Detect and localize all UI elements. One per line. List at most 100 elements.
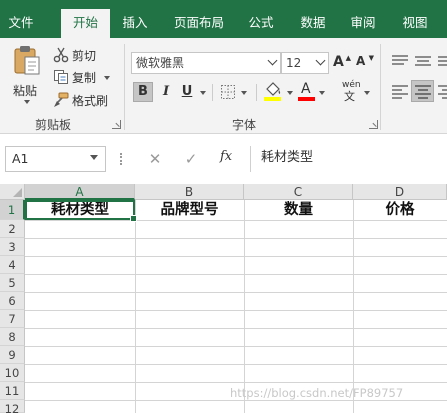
- font-name-value: 微软雅黑: [136, 56, 185, 70]
- insert-function-button[interactable]: fx: [220, 149, 232, 164]
- column-header-a[interactable]: A: [25, 184, 135, 200]
- tab-file[interactable]: 文件: [0, 9, 42, 38]
- align-middle-icon[interactable]: [414, 53, 432, 69]
- tab-home[interactable]: 开始: [61, 9, 110, 38]
- format-painter-button[interactable]: 格式刷: [53, 90, 108, 110]
- menu-bar: 文件 开始 插入 页面布局 公式 数据 审阅 视图: [0, 0, 447, 38]
- align-top-icon[interactable]: [391, 53, 409, 69]
- cell-c1[interactable]: 数量: [244, 201, 353, 219]
- formula-input[interactable]: 耗材类型: [250, 146, 447, 172]
- chevron-down-icon: [267, 55, 278, 66]
- cell-b1[interactable]: 品牌型号: [135, 201, 244, 219]
- gridline: [25, 382, 447, 383]
- gridline: [25, 238, 447, 239]
- column-header-b[interactable]: B: [135, 184, 244, 200]
- divider: [256, 84, 257, 101]
- ribbon-divider: [380, 44, 381, 130]
- active-cell-border: [25, 200, 137, 222]
- name-box-value: A1: [12, 151, 29, 166]
- grow-font-icon: A: [333, 54, 344, 70]
- worksheet-grid[interactable]: A B C D 1 2 3 4 5 6 7 8 9 10 11 12 耗材类型 …: [0, 184, 447, 413]
- column-header-d[interactable]: D: [353, 184, 447, 200]
- cut-button[interactable]: 剪切: [53, 45, 96, 65]
- paint-bucket-icon: [266, 82, 281, 96]
- enter-icon[interactable]: ✓: [183, 150, 199, 168]
- paste-button[interactable]: 粘贴: [9, 44, 45, 104]
- row-header-5[interactable]: 5: [0, 274, 25, 292]
- row-header-3[interactable]: 3: [0, 238, 25, 256]
- font-dialog-launcher[interactable]: [369, 120, 378, 129]
- fill-color-button[interactable]: [264, 82, 294, 102]
- phonetic-guide-button[interactable]: wén 文: [340, 80, 370, 103]
- font-size-select[interactable]: 12: [281, 52, 329, 74]
- scissors-icon: [53, 47, 69, 63]
- chevron-down-icon: [90, 155, 98, 160]
- shrink-font-icon: A: [356, 54, 366, 68]
- clipboard-dialog-launcher[interactable]: [112, 120, 121, 129]
- font-color-button[interactable]: A: [298, 81, 326, 102]
- row-header-8[interactable]: 8: [0, 328, 25, 346]
- paste-dropdown-icon: [24, 100, 30, 104]
- clipboard-group-label: 剪贴板: [35, 118, 72, 132]
- underline-button[interactable]: U: [177, 82, 197, 102]
- gridline: [25, 328, 447, 329]
- row-header-12[interactable]: 12: [0, 400, 25, 413]
- align-right-icon[interactable]: [437, 84, 447, 100]
- font-color-icon: A: [301, 81, 311, 97]
- align-bottom-icon[interactable]: [437, 53, 447, 69]
- paintbrush-icon: [54, 92, 69, 107]
- tab-insert[interactable]: 插入: [114, 9, 156, 38]
- italic-button[interactable]: I: [156, 82, 176, 102]
- underline-dropdown-icon[interactable]: [200, 91, 206, 95]
- row-header-6[interactable]: 6: [0, 292, 25, 310]
- align-center-button[interactable]: [411, 80, 434, 102]
- gridline: [25, 256, 447, 257]
- tab-view[interactable]: 视图: [394, 9, 436, 38]
- font-group-label: 字体: [232, 118, 257, 132]
- cell-d1[interactable]: 价格: [353, 201, 447, 219]
- cut-label: 剪切: [72, 48, 97, 63]
- borders-dropdown-icon: [241, 91, 247, 95]
- select-all-button[interactable]: [0, 184, 25, 200]
- copy-dropdown-icon: [104, 76, 111, 80]
- tab-page-layout[interactable]: 页面布局: [166, 9, 232, 38]
- phonetic-char-icon: 文: [344, 90, 355, 103]
- tab-data[interactable]: 数据: [292, 9, 334, 38]
- watermark: https://blog.csdn.net/FP89757: [230, 386, 404, 400]
- cancel-icon[interactable]: ✕: [147, 150, 163, 168]
- align-center-icon: [415, 85, 431, 99]
- formula-bar-grip-icon[interactable]: [120, 153, 123, 165]
- column-header-c[interactable]: C: [244, 184, 353, 200]
- gridline: [25, 274, 447, 275]
- row-header-2[interactable]: 2: [0, 220, 25, 238]
- ribbon-divider: [124, 44, 125, 130]
- font-name-select[interactable]: 微软雅黑: [131, 52, 281, 74]
- gridline: [25, 364, 447, 365]
- bold-button[interactable]: B: [133, 82, 153, 102]
- paste-icon: [14, 46, 40, 75]
- font-size-value: 12: [286, 56, 302, 70]
- format-painter-label: 格式刷: [72, 93, 109, 108]
- name-box[interactable]: A1: [5, 146, 106, 172]
- increase-font-size-button[interactable]: A ▲: [333, 54, 351, 72]
- font-color-swatch: [298, 97, 315, 101]
- gridline: [25, 346, 447, 347]
- chevron-down-icon: [315, 55, 326, 66]
- row-header-1[interactable]: 1: [0, 200, 25, 220]
- row-header-4[interactable]: 4: [0, 256, 25, 274]
- copy-button[interactable]: 复制: [53, 67, 111, 87]
- tab-formulas[interactable]: 公式: [240, 9, 282, 38]
- align-left-icon[interactable]: [391, 84, 409, 100]
- borders-icon: [221, 85, 235, 99]
- ribbon: 粘贴 剪切 复制 格式刷 剪贴板 微软雅黑 12 A ▲ A ▼ B I U A…: [0, 38, 447, 134]
- borders-button[interactable]: [220, 83, 250, 101]
- decrease-font-size-button[interactable]: A ▼: [356, 54, 374, 72]
- triangle-down-icon: ▼: [368, 54, 374, 62]
- row-header-7[interactable]: 7: [0, 310, 25, 328]
- row-header-9[interactable]: 9: [0, 346, 25, 364]
- row-header-10[interactable]: 10: [0, 364, 25, 382]
- tab-review[interactable]: 审阅: [342, 9, 384, 38]
- row-header-11[interactable]: 11: [0, 382, 25, 400]
- font-color-dropdown-icon: [319, 91, 325, 95]
- copy-label: 复制: [72, 70, 97, 85]
